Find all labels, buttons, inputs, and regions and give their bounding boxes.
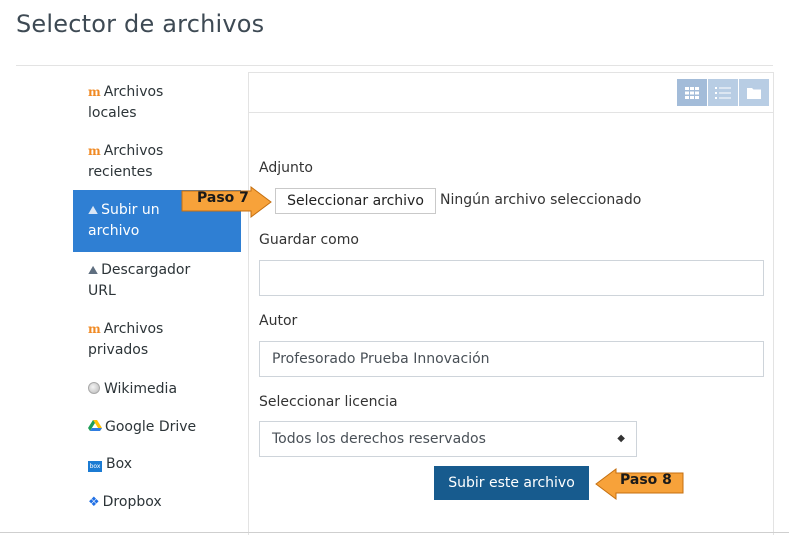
sidebar-item-label: Subir un bbox=[101, 202, 160, 218]
sidebar-item-box[interactable]: box Box bbox=[73, 454, 241, 475]
author-input[interactable]: Profesorado Prueba Innovación bbox=[259, 341, 764, 377]
page-title: Selector de archivos bbox=[16, 10, 265, 38]
sidebar-item-label: Wikimedia bbox=[104, 381, 178, 397]
folder-view-icon bbox=[747, 87, 761, 99]
url-downloader-icon: ⛰ bbox=[88, 263, 99, 277]
wikimedia-icon bbox=[88, 382, 100, 394]
grid-view-button[interactable] bbox=[677, 79, 707, 106]
sidebar-item-dropbox[interactable]: ❖ Dropbox bbox=[73, 492, 241, 513]
step-8-label: Paso 8 bbox=[620, 472, 672, 488]
save-as-label: Guardar como bbox=[259, 232, 359, 248]
sidebar-item-recent-files[interactable]: m Archivos recientes bbox=[73, 141, 241, 183]
panel-toolbar bbox=[249, 73, 773, 113]
moodle-icon: m bbox=[88, 144, 101, 158]
moodle-icon: m bbox=[88, 322, 101, 336]
list-view-button[interactable] bbox=[708, 79, 738, 106]
sidebar-item-local-files[interactable]: m Archivos locales bbox=[73, 82, 241, 124]
sidebar-item-label: Dropbox bbox=[102, 494, 162, 510]
step-7-label: Paso 7 bbox=[197, 190, 249, 206]
folder-view-button[interactable] bbox=[739, 79, 769, 106]
upload-file-button[interactable]: Subir este archivo bbox=[434, 466, 589, 500]
sidebar-item-wikimedia[interactable]: Wikimedia bbox=[73, 379, 241, 400]
sidebar-item-label: recientes bbox=[88, 164, 153, 180]
license-select-value: Todos los derechos reservados bbox=[272, 431, 486, 447]
author-label: Autor bbox=[259, 313, 298, 329]
sidebar-item-private-files[interactable]: m Archivos privados bbox=[73, 319, 241, 361]
grid-view-icon bbox=[685, 86, 699, 99]
sidebar-item-label: Box bbox=[106, 456, 133, 472]
dropbox-icon: ❖ bbox=[88, 495, 100, 510]
sidebar-item-label: locales bbox=[88, 105, 137, 121]
sidebar-item-label: URL bbox=[88, 283, 116, 299]
license-label: Seleccionar licencia bbox=[259, 394, 398, 410]
sidebar-item-label: Archivos bbox=[103, 143, 164, 159]
choose-file-button[interactable]: Seleccionar archivo bbox=[275, 188, 436, 214]
list-view-icon bbox=[715, 86, 731, 99]
select-caret-icon: ◆ bbox=[617, 433, 625, 444]
no-file-selected-text: Ningún archivo seleccionado bbox=[440, 192, 642, 208]
sidebar-item-label: archivo bbox=[88, 223, 140, 239]
sidebar-item-label: Archivos bbox=[103, 321, 164, 337]
sidebar-item-url-downloader[interactable]: ⛰ Descargador URL bbox=[73, 260, 241, 302]
box-icon: box bbox=[88, 461, 102, 472]
license-select[interactable]: Todos los derechos reservados ◆ bbox=[259, 421, 637, 457]
google-drive-icon bbox=[88, 420, 102, 431]
upload-icon: ⛰ bbox=[88, 203, 99, 217]
sidebar-item-label: privados bbox=[88, 342, 149, 358]
sidebar-item-label: Google Drive bbox=[105, 419, 197, 435]
sidebar-item-label: Archivos bbox=[103, 84, 164, 100]
attachment-label: Adjunto bbox=[259, 160, 313, 176]
sidebar-item-google-drive[interactable]: Google Drive bbox=[73, 417, 241, 438]
view-switcher bbox=[676, 79, 769, 106]
save-as-input[interactable] bbox=[259, 260, 764, 296]
divider bbox=[0, 532, 789, 533]
moodle-icon: m bbox=[88, 85, 101, 99]
sidebar-item-label: Descargador bbox=[101, 262, 191, 278]
divider bbox=[16, 65, 773, 66]
